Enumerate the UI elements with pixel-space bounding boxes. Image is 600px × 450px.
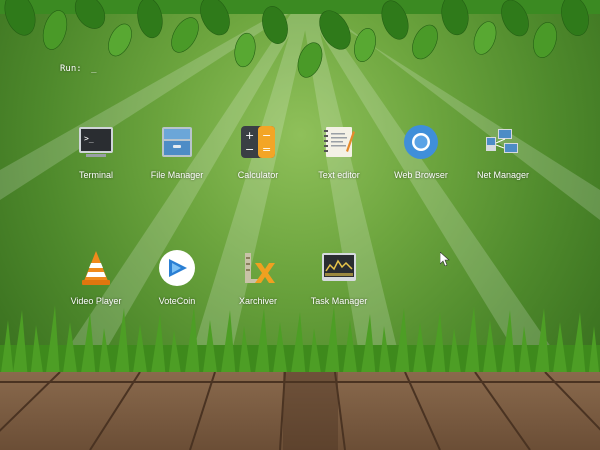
run-prompt[interactable]: Run: _ (60, 64, 97, 74)
video-player-icon (76, 248, 116, 288)
icon-label: VoteCoin (158, 296, 196, 306)
desktop-icon-net-manager[interactable]: Net Manager (455, 122, 551, 202)
svg-text:−: − (245, 143, 254, 156)
mouse-pointer-icon (440, 252, 450, 266)
file-manager-icon (157, 122, 197, 162)
svg-text:=: = (262, 143, 271, 156)
calculator-icon: + − − = (238, 122, 278, 162)
terminal-icon: >_ (76, 122, 116, 162)
run-cursor: _ (91, 64, 97, 74)
icon-label: File Manager (150, 170, 204, 180)
wooden-floor-planks (0, 372, 600, 450)
leaves-decoration (0, 0, 600, 78)
text-editor-icon (319, 122, 359, 162)
svg-text:+: + (245, 129, 254, 142)
icon-label: Text editor (318, 170, 360, 180)
task-manager-icon (319, 248, 359, 288)
icon-label: Calculator (237, 170, 279, 180)
net-manager-icon (483, 122, 523, 162)
desktop-icon-task-manager[interactable]: Task Manager (291, 248, 387, 328)
votecoin-icon (157, 248, 197, 288)
svg-text:>_: >_ (84, 134, 94, 143)
run-label: Run: (60, 64, 82, 74)
svg-text:−: − (262, 129, 271, 142)
icon-label: Terminal (78, 170, 113, 180)
web-browser-icon (401, 122, 441, 162)
icon-label: Web Browser (394, 170, 448, 180)
icon-label: Net Manager (476, 170, 530, 180)
icon-label: Xarchiver (238, 296, 277, 306)
xarchiver-icon (238, 248, 278, 288)
icon-label: Video Player (70, 296, 122, 306)
icon-label: Task Manager (310, 296, 368, 306)
